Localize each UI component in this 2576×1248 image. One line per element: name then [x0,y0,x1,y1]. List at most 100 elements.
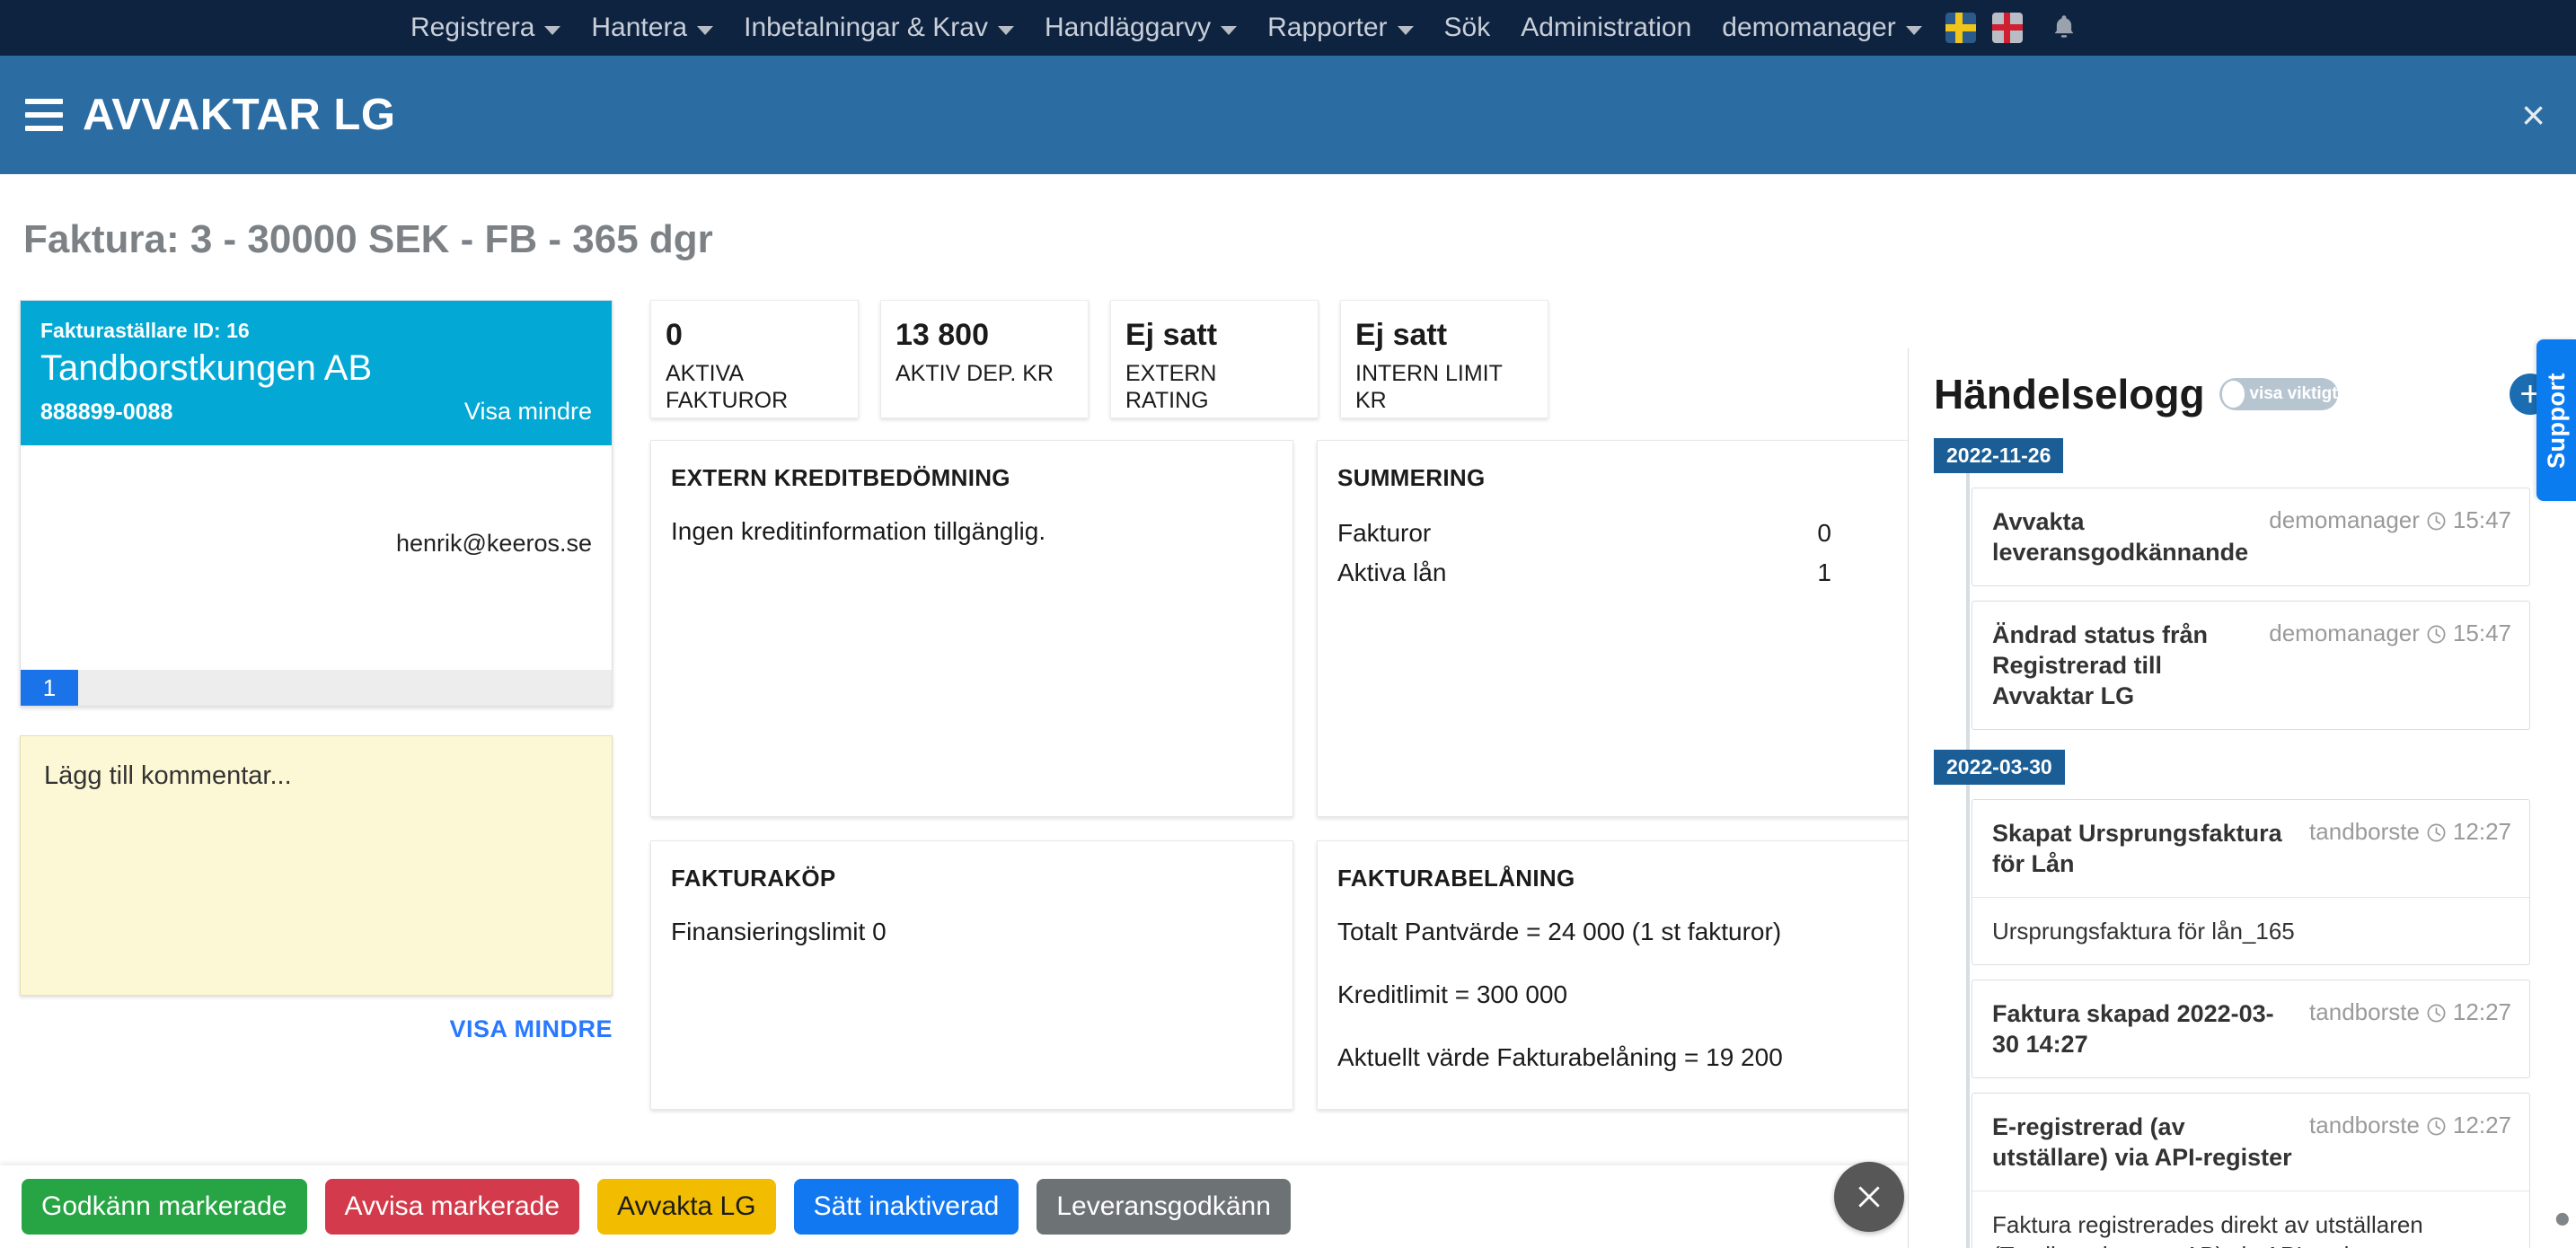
summary-row-value-2: 0 [1831,558,1908,587]
summary-row-value-2: 0 [1831,519,1908,548]
stat-label: AKTIVA FAKTUROR [666,360,843,414]
lending-line-1: Totalt Pantvärde = 24 000 (1 st fakturor… [1337,918,1908,946]
page-header-title: AVVAKTAR LG [83,90,395,140]
corner-glyph: • [2554,1193,2571,1246]
support-tab-button[interactable]: Support [2536,339,2576,501]
event-log-title: Händelselogg [1934,370,2205,418]
lending-line-2: Kreditlimit = 300 000 [1337,980,1908,1009]
panels-row-2: FAKTURAKÖP Finansieringslimit 0 FAKTURAB… [650,840,1908,1110]
chevron-down-icon [1398,26,1414,35]
event-title: Faktura skapad 2022-03-30 14:27 [1992,998,2309,1059]
stat-card-extern-rating: Ej satt EXTERN RATING [1110,300,1319,418]
event-main-row: Avvakta leveransgodkännande demomanager … [1972,488,2529,585]
event-log-item[interactable]: Avvakta leveransgodkännande demomanager … [1972,488,2530,586]
satt-inaktiverad-button[interactable]: Sätt inaktiverad [794,1179,1019,1235]
event-log-item[interactable]: Skapat Ursprungsfaktura för Lån tandbors… [1972,799,2530,965]
issuer-meta-row: 888899-0088 Visa mindre [40,398,592,426]
event-log-item[interactable]: Faktura skapad 2022-03-30 14:27 tandbors… [1972,980,2530,1078]
nav-item-rapporter[interactable]: Rapporter [1252,13,1428,43]
event-main-row: Ändrad status från Registrerad till Avva… [1972,602,2529,729]
event-main-row: E-registrerad (av utställare) via API-re… [1972,1094,2529,1191]
nav-label: Registrera [410,13,534,43]
bottom-action-bar: Godkänn markerade Avvisa markerade Avvak… [0,1165,1908,1248]
event-time: 15:47 [2453,506,2511,534]
comment-input[interactable]: Lägg till kommentar... [20,735,613,996]
close-icon[interactable]: × [2521,94,2545,136]
sweden-flag-icon[interactable] [1945,13,1976,43]
timeline-date-chip: 2022-11-26 [1934,438,2063,473]
event-meta: demomanager 15:47 [2269,506,2511,534]
panel-fakturakop: FAKTURAKÖP Finansieringslimit 0 [650,840,1293,1110]
leveransgodkann-button[interactable]: Leveransgodkänn [1037,1179,1291,1235]
nav-item-administration[interactable]: Administration [1505,13,1707,43]
show-less-button[interactable]: VISA MINDRE [20,1015,613,1043]
chevron-down-icon [1221,26,1237,35]
avvisa-markerade-button[interactable]: Avvisa markerade [325,1179,580,1235]
stat-value: 0 [666,317,843,353]
panel-title: SUMMERING [1337,464,1908,492]
notification-bell-icon[interactable] [2051,13,2078,43]
event-log-item[interactable]: Ändrad status från Registrerad till Avva… [1972,601,2530,730]
event-time: 15:47 [2453,620,2511,647]
clock-icon [2426,1115,2447,1136]
issuer-show-less-link[interactable]: Visa mindre [464,398,592,426]
event-timeline: 2022-11-26 Avvakta leveransgodkännande d… [1934,438,2554,1248]
pagination-page-1[interactable]: 1 [21,670,78,706]
issuer-email: henrik@keeros.se [396,530,592,558]
chevron-down-icon [998,26,1014,35]
event-user: tandborste [2309,998,2420,1026]
stat-value: 13 800 [895,317,1073,353]
uk-flag-icon[interactable] [1992,13,2023,43]
summary-row-fakturor: Fakturor 0 0 [1337,519,1908,548]
clock-icon [2426,1002,2447,1023]
top-nav-items: Registrera Hantera Inbetalningar & Krav … [395,13,2078,43]
stat-card-aktiva-fakturor: 0 AKTIVA FAKTUROR [650,300,859,418]
clock-icon [2426,510,2447,531]
top-navigation-bar: Registrera Hantera Inbetalningar & Krav … [0,0,2576,56]
nav-label: Sök [1444,13,1491,43]
event-time: 12:27 [2453,998,2511,1026]
stat-value: Ej satt [1125,317,1303,353]
show-important-toggle[interactable]: visa viktigt [2219,378,2338,410]
summary-row-label: Fakturor [1337,519,1724,548]
summary-row-value-1: 0 [1724,519,1831,548]
nav-item-inbetalningar-krav[interactable]: Inbetalningar & Krav [728,13,1029,43]
event-title: Skapat Ursprungsfaktura för Lån [1992,818,2309,879]
chevron-down-icon [697,26,713,35]
nav-item-sok[interactable]: Sök [1429,13,1506,43]
avvakta-lg-button[interactable]: Avvakta LG [597,1179,776,1235]
panel-title: EXTERN KREDITBEDÖMNING [671,464,1273,492]
nav-item-registrera[interactable]: Registrera [395,13,576,43]
event-user: tandborste [2309,818,2420,846]
event-user: tandborste [2309,1112,2420,1139]
event-description: Faktura registrerades direkt av utställa… [1972,1191,2529,1248]
hamburger-menu-icon[interactable] [25,99,63,131]
panel-fakturabelaning: FAKTURABELÅNING Totalt Pantvärde = 24 00… [1317,840,1908,1110]
nav-label: Rapporter [1267,13,1387,43]
godkann-markerade-button[interactable]: Godkänn markerade [22,1179,307,1235]
content-row: Fakturaställare ID: 16 Tandborstkungen A… [0,300,1908,1110]
issuer-org-number: 888899-0088 [40,400,172,426]
clock-icon [2426,822,2447,842]
stat-label: AKTIV DEP. KR [895,360,1073,387]
event-log-item[interactable]: E-registrerad (av utställare) via API-re… [1972,1093,2530,1248]
stat-card-intern-limit: Ej satt INTERN LIMIT KR [1340,300,1548,418]
event-meta: tandborste 12:27 [2309,998,2511,1026]
event-log-header: Händelselogg visa viktigt + [1909,348,2576,418]
nav-label: Inbetalningar & Krav [744,13,988,43]
event-main-row: Skapat Ursprungsfaktura för Lån tandbors… [1972,800,2529,897]
nav-item-handlaggarvy[interactable]: Handläggarvy [1029,13,1252,43]
close-overlay-button[interactable] [1834,1162,1904,1232]
event-main-row: Faktura skapad 2022-03-30 14:27 tandbors… [1972,980,2529,1077]
timeline-line [1966,469,1970,1248]
panel-text: Ingen kreditinformation tillgänglig. [671,517,1273,546]
event-meta: tandborste 12:27 [2309,818,2511,846]
issuer-id-label: Fakturaställare ID: 16 [40,319,592,343]
event-title: Ändrad status från Registrerad till Avva… [1992,620,2269,711]
issuer-card-body: henrik@keeros.se [21,445,612,670]
nav-item-hantera[interactable]: Hantera [576,13,728,43]
nav-item-demomanager[interactable]: demomanager [1707,13,1936,43]
page-title: Faktura: 3 - 30000 SEK - FB - 365 dgr [23,217,1908,262]
chevron-down-icon [544,26,560,35]
chevron-down-icon [1906,26,1922,35]
